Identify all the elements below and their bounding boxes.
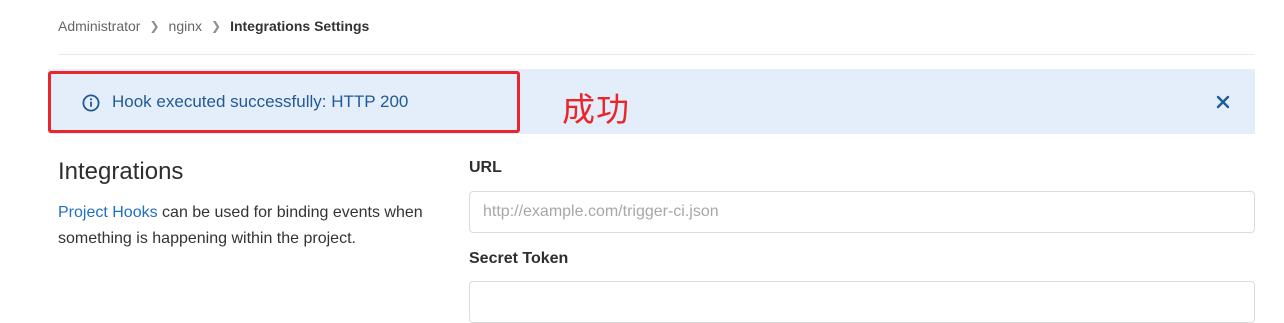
section-title: Integrations — [58, 158, 184, 185]
close-icon[interactable] — [1216, 95, 1230, 109]
info-circle-icon — [82, 94, 100, 112]
chevron-right-icon: ❯ — [149, 19, 160, 33]
integrations-intro: Integrations Project Hooks can be used f… — [58, 154, 428, 252]
secret-token-input[interactable] — [469, 281, 1255, 323]
chevron-right-icon: ❯ — [211, 19, 222, 33]
annotation-label: 成功 — [562, 90, 630, 129]
breadcrumb-administrator[interactable]: Administrator — [58, 18, 140, 34]
breadcrumb: Administrator ❯ nginx ❯ Integrations Set… — [58, 16, 369, 36]
header-divider — [58, 54, 1255, 55]
flash-notice: Hook executed successfully: HTTP 200 成功 — [48, 69, 1255, 134]
secret-token-label: Secret Token — [469, 250, 569, 267]
flash-message: Hook executed successfully: HTTP 200 — [112, 92, 409, 111]
project-hooks-link[interactable]: Project Hooks — [58, 204, 158, 221]
url-input[interactable] — [469, 191, 1255, 233]
url-label: URL — [469, 159, 502, 176]
breadcrumb-integrations-settings[interactable]: Integrations Settings — [230, 18, 369, 34]
section-description: Project Hooks can be used for binding ev… — [58, 200, 428, 252]
breadcrumb-nginx[interactable]: nginx — [169, 18, 202, 34]
integration-form: URL Secret Token — [469, 156, 1255, 323]
